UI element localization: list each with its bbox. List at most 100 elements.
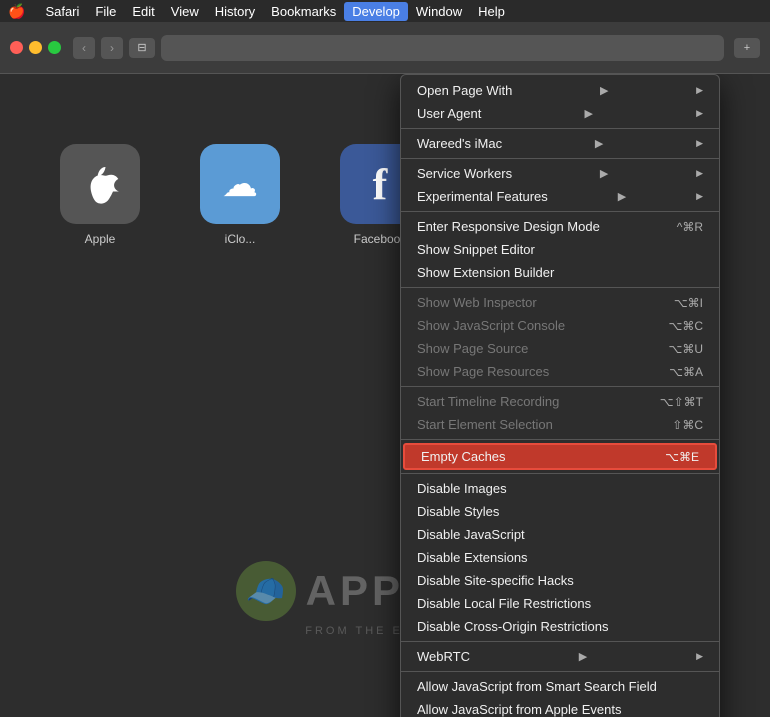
menu-item-disable-javascript[interactable]: Disable JavaScript [401, 523, 719, 546]
toolbar: ‹ › ⊟ + [0, 22, 770, 74]
menu-item-open-page-with[interactable]: Open Page With ▶ [401, 79, 719, 102]
forward-icon: › [110, 41, 114, 55]
tab-overview-button[interactable]: ⊟ [129, 38, 155, 58]
menu-item-responsive-design[interactable]: Enter Responsive Design Mode ^⌘R [401, 215, 719, 238]
back-icon: ‹ [82, 41, 86, 55]
menu-item-page-source[interactable]: Show Page Source ⌥⌘U [401, 337, 719, 360]
shortcut-timeline-recording: ⌥⇧⌘T [660, 395, 703, 409]
menu-item-service-workers[interactable]: Service Workers ▶ [401, 162, 719, 185]
menubar-history[interactable]: History [207, 2, 263, 21]
apple-label: Apple [85, 232, 116, 246]
menu-item-disable-site-hacks[interactable]: Disable Site-specific Hacks [401, 569, 719, 592]
divider-5 [401, 386, 719, 387]
favorite-icloud[interactable]: ☁ iClo... [180, 144, 300, 246]
favorite-apple[interactable]: Apple [40, 144, 160, 246]
facebook-label: Facebook [354, 232, 407, 246]
menu-item-allow-js-smart[interactable]: Allow JavaScript from Smart Search Field [401, 675, 719, 698]
menubar-window[interactable]: Window [408, 2, 470, 21]
menu-label-element-selection: Start Element Selection [417, 417, 553, 432]
safari-window: ‹ › ⊟ + Apple ☁ iClo... [0, 22, 770, 717]
menu-label-page-source: Show Page Source [417, 341, 528, 356]
menu-label-snippet-editor: Show Snippet Editor [417, 242, 535, 257]
menu-item-disable-extensions[interactable]: Disable Extensions [401, 546, 719, 569]
apple-menu[interactable]: 🍎 [8, 3, 25, 20]
menu-label-page-resources: Show Page Resources [417, 364, 549, 379]
shortcut-js-console: ⌥⌘C [669, 319, 704, 333]
new-tab-button[interactable]: + [734, 38, 760, 58]
menu-label-open-page-with: Open Page With [417, 83, 512, 98]
menu-label-extension-builder: Show Extension Builder [417, 265, 554, 280]
menu-label-js-console: Show JavaScript Console [417, 318, 565, 333]
menu-label-service-workers: Service Workers [417, 166, 512, 181]
menu-item-disable-styles[interactable]: Disable Styles [401, 500, 719, 523]
close-button[interactable] [10, 41, 23, 54]
traffic-lights [10, 41, 61, 54]
menu-item-element-selection[interactable]: Start Element Selection ⇧⌘C [401, 413, 719, 436]
menu-item-allow-js-apple[interactable]: Allow JavaScript from Apple Events [401, 698, 719, 717]
shortcut-responsive-design: ^⌘R [677, 220, 703, 234]
submenu-arrow-service-workers: ▶ [600, 167, 608, 180]
forward-button[interactable]: › [101, 37, 123, 59]
menu-label-disable-extensions: Disable Extensions [417, 550, 528, 565]
maximize-button[interactable] [48, 41, 61, 54]
shortcut-empty-caches: ⌥⌘E [665, 450, 699, 464]
divider-8 [401, 641, 719, 642]
menu-label-responsive-design: Enter Responsive Design Mode [417, 219, 600, 234]
menubar-safari[interactable]: Safari [37, 2, 87, 21]
divider-1 [401, 128, 719, 129]
menu-label-user-agent: User Agent [417, 106, 481, 121]
divider-7 [401, 473, 719, 474]
submenu-arrow-user-agent: ▶ [584, 107, 592, 120]
menu-label-allow-js-smart: Allow JavaScript from Smart Search Field [417, 679, 657, 694]
menu-label-allow-js-apple: Allow JavaScript from Apple Events [417, 702, 621, 717]
menu-label-disable-javascript: Disable JavaScript [417, 527, 525, 542]
shortcut-page-resources: ⌥⌘A [669, 365, 703, 379]
develop-dropdown-menu: Open Page With ▶ User Agent ▶ Wareed's i… [400, 74, 720, 717]
menu-label-empty-caches: Empty Caches [421, 449, 506, 464]
submenu-arrow-open-page-with: ▶ [600, 84, 608, 97]
menu-item-page-resources[interactable]: Show Page Resources ⌥⌘A [401, 360, 719, 383]
main-content: Apple ☁ iClo... f Facebook 🐦 Tw... 🧢 APP… [0, 74, 770, 717]
menu-item-timeline-recording[interactable]: Start Timeline Recording ⌥⇧⌘T [401, 390, 719, 413]
menu-item-extension-builder[interactable]: Show Extension Builder [401, 261, 719, 284]
menu-label-webrtc: WebRTC [417, 649, 470, 664]
submenu-arrow-wareeds-imac: ▶ [595, 137, 603, 150]
menu-item-webrtc[interactable]: WebRTC ▶ [401, 645, 719, 668]
back-button[interactable]: ‹ [73, 37, 95, 59]
menu-item-user-agent[interactable]: User Agent ▶ [401, 102, 719, 125]
menu-item-experimental-features[interactable]: Experimental Features ▶ [401, 185, 719, 208]
menubar-file[interactable]: File [87, 2, 124, 21]
divider-3 [401, 211, 719, 212]
shortcut-web-inspector: ⌥⌘I [674, 296, 703, 310]
menu-item-disable-local-file[interactable]: Disable Local File Restrictions [401, 592, 719, 615]
apple-icon [60, 144, 140, 224]
submenu-arrow-webrtc: ▶ [579, 650, 587, 663]
menu-item-wareeds-imac[interactable]: Wareed's iMac ▶ [401, 132, 719, 155]
menu-item-disable-images[interactable]: Disable Images [401, 477, 719, 500]
menu-label-disable-images: Disable Images [417, 481, 507, 496]
menu-label-disable-cross-origin: Disable Cross-Origin Restrictions [417, 619, 608, 634]
menubar-edit[interactable]: Edit [124, 2, 162, 21]
divider-4 [401, 287, 719, 288]
menu-label-wareeds-imac: Wareed's iMac [417, 136, 502, 151]
menu-item-empty-caches[interactable]: Empty Caches ⌥⌘E [403, 443, 717, 470]
tab-overview-icon: ⊟ [137, 41, 146, 54]
divider-6 [401, 439, 719, 440]
menu-label-disable-site-hacks: Disable Site-specific Hacks [417, 573, 574, 588]
menu-item-web-inspector[interactable]: Show Web Inspector ⌥⌘I [401, 291, 719, 314]
menu-item-snippet-editor[interactable]: Show Snippet Editor [401, 238, 719, 261]
menubar-bookmarks[interactable]: Bookmarks [263, 2, 344, 21]
submenu-arrow-experimental-features: ▶ [618, 190, 626, 203]
icloud-icon: ☁ [200, 144, 280, 224]
menu-item-disable-cross-origin[interactable]: Disable Cross-Origin Restrictions [401, 615, 719, 638]
menubar-help[interactable]: Help [470, 2, 513, 21]
menu-item-js-console[interactable]: Show JavaScript Console ⌥⌘C [401, 314, 719, 337]
menubar: 🍎 Safari File Edit View History Bookmark… [0, 0, 770, 22]
menu-label-web-inspector: Show Web Inspector [417, 295, 537, 310]
address-bar[interactable] [161, 35, 724, 61]
menubar-view[interactable]: View [163, 2, 207, 21]
icloud-label: iClo... [225, 232, 256, 246]
menubar-develop[interactable]: Develop [344, 2, 408, 21]
menu-label-disable-local-file: Disable Local File Restrictions [417, 596, 591, 611]
minimize-button[interactable] [29, 41, 42, 54]
